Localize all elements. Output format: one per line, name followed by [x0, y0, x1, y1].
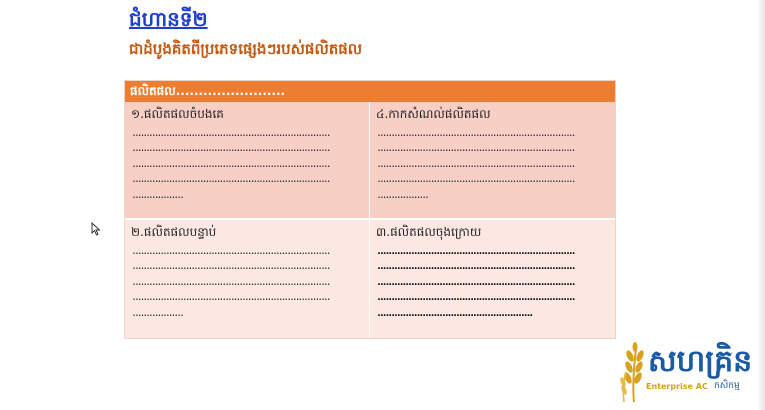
logo-subtitle-km: កសិកម្ម	[714, 381, 740, 391]
dotted-line: ..................	[131, 307, 185, 319]
dotted-line: ........................................…	[376, 174, 577, 186]
cell-label: ១.ផលិតផលចំបងគេ	[131, 107, 224, 121]
dotted-line: ........................................…	[131, 261, 332, 273]
dotted-line: ........................................…	[376, 307, 534, 319]
dotted-line: ........................................…	[131, 158, 332, 170]
dotted-line: ........................................…	[131, 143, 332, 155]
dotted-line: ..................	[131, 189, 185, 201]
dotted-line: ........................................…	[376, 276, 577, 288]
cell-label: ២.ផលិតផលបន្ទាប់	[131, 225, 217, 239]
dotted-line: ........................................…	[131, 246, 332, 257]
dotted-line: ........................................…	[376, 246, 577, 257]
dotted-line: ........................................…	[131, 128, 332, 139]
dotted-line: ........................................…	[376, 143, 577, 155]
dotted-line: ........................................…	[376, 261, 577, 273]
table-header: ផលិតផល........................	[125, 81, 615, 102]
cell-label: ៣.ផលិតផលចុងក្រោយ	[376, 225, 482, 239]
dotted-line: ........................................…	[376, 158, 577, 170]
dotted-line: ........................................…	[376, 128, 577, 139]
dotted-line: ........................................…	[131, 174, 332, 186]
dotted-line: ........................................…	[376, 292, 577, 304]
dotted-line: ........................................…	[131, 292, 332, 304]
cell-secondary-product: ២.ផលិតផលបន្ទាប់ ........................…	[125, 220, 370, 338]
mouse-pointer-icon	[91, 222, 101, 236]
cell-main-product: ១.ផលិតផលចំបងគេ .........................…	[125, 102, 370, 220]
wheat-icon	[620, 342, 644, 403]
cell-label: ៤.កាកសំណល់ផលិតផល	[376, 107, 491, 121]
enterprise-ac-logo: សហគ្រិន Enterprise AC កសិកម្ម	[618, 342, 758, 404]
slide-subtitle: ជាដំបូងគិតពីប្រភេទផ្សេងៗរបស់ផលិតផល	[129, 40, 363, 58]
dotted-line: ........................................…	[131, 276, 332, 288]
dotted-line: ..................	[376, 189, 430, 201]
cell-final-product: ៣.ផលិតផលចុងក្រោយ .......................…	[370, 220, 615, 338]
table-grid: ១.ផលិតផលចំបងគេ .........................…	[125, 102, 615, 338]
cell-waste-product: ៤.កាកសំណល់ផលិតផល .......................…	[370, 102, 615, 220]
step-title: ជំហានទី២	[129, 7, 208, 31]
slide-edge-shadow	[757, 0, 765, 410]
product-table: ផលិតផល........................ ១.ផលិតផលច…	[124, 80, 616, 339]
logo-subtitle-en: Enterprise AC	[646, 382, 708, 391]
